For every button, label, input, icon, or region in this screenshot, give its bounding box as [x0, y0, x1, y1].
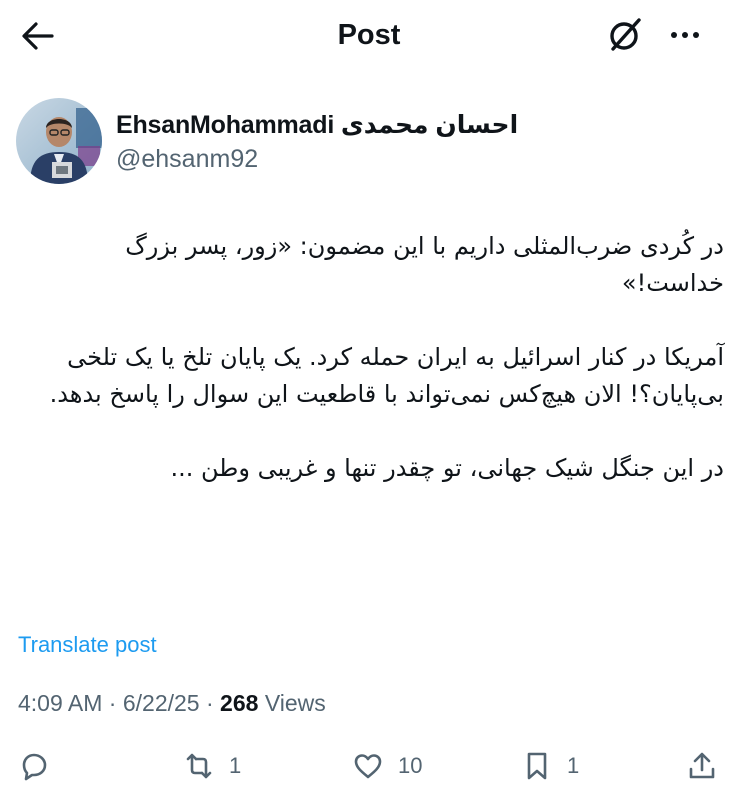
reply-icon: [22, 753, 47, 781]
repost-count: 1: [229, 753, 242, 778]
avatar[interactable]: [16, 98, 102, 184]
translate-post-link[interactable]: Translate post: [18, 630, 157, 660]
post-paragraph: در این جنگل شیک جهانی، تو چقدر تنها و غر…: [170, 454, 725, 482]
author-handle[interactable]: @ehsanm92: [116, 143, 258, 175]
post-text: در کُردی ضرب‌المثلی داریم با این مضمون: …: [18, 228, 724, 524]
bookmark-icon: [527, 752, 547, 780]
heart-icon: [354, 754, 382, 779]
more-options-button[interactable]: [664, 14, 706, 56]
like-button[interactable]: 10: [352, 746, 422, 786]
avatar-image: [16, 98, 102, 184]
post-time[interactable]: 4:09 AM: [18, 690, 102, 716]
post-paragraph: در کُردی ضرب‌المثلی داریم با این مضمون: …: [125, 232, 724, 297]
post-date[interactable]: 6/22/25: [123, 690, 200, 716]
meta-separator: ·: [108, 690, 117, 716]
top-bar: Post: [0, 0, 738, 70]
author-display-name[interactable]: EhsanMohammadi احسان محمدی: [116, 109, 518, 141]
bookmark-button[interactable]: 1: [521, 746, 579, 786]
more-horizontal-icon: [671, 32, 699, 38]
meta-separator: ·: [205, 690, 214, 716]
views-label: Views: [264, 690, 326, 716]
share-button[interactable]: [686, 746, 718, 786]
like-count: 10: [398, 753, 423, 778]
post-meta: 4:09 AM · 6/22/25 · 268 Views: [18, 688, 326, 718]
share-icon: [689, 752, 715, 779]
bookmark-count: 1: [567, 753, 580, 778]
grok-button[interactable]: [604, 14, 646, 56]
views-count: 268: [220, 690, 259, 716]
reply-button[interactable]: [18, 746, 50, 786]
post-paragraph: آمریکا در کنار اسرائیل به ایران حمله کرد…: [49, 343, 724, 408]
grok-icon: [610, 18, 641, 51]
repost-button[interactable]: 1: [183, 746, 241, 786]
repost-icon: [186, 753, 212, 779]
